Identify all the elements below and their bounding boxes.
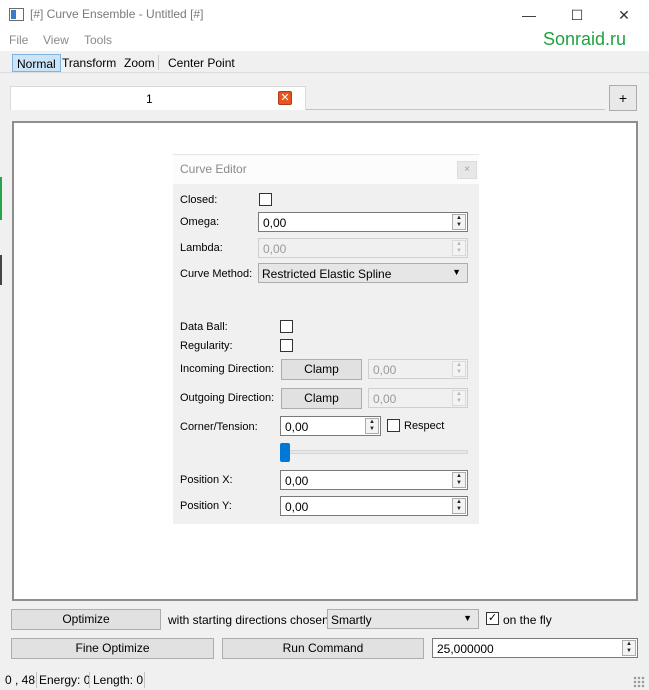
curve-method-label: Curve Method: — [180, 268, 253, 280]
curve-editor-close-icon[interactable]: × — [457, 161, 477, 179]
spin-arrows-icon[interactable]: ▲ ▼ — [452, 498, 466, 514]
fine-optimize-button[interactable]: Fine Optimize — [11, 638, 214, 659]
status-coords: 0 , 48 — [5, 673, 36, 687]
corner-tension-spinbox[interactable]: 0,00 ▲ ▼ — [280, 416, 381, 436]
tension-slider-track[interactable] — [282, 450, 468, 454]
menu-view[interactable]: View — [43, 33, 69, 47]
incoming-direction-spinbox: 0,00 ▲ ▼ — [368, 359, 468, 379]
data-ball-checkbox[interactable] — [280, 320, 293, 333]
position-x-label: Position X: — [180, 474, 233, 486]
on-the-fly-checkbox[interactable]: ✓ — [486, 612, 499, 625]
directions-value: Smartly — [331, 613, 372, 627]
chevron-down-icon: ▼ — [463, 613, 472, 623]
omega-label: Omega: — [180, 216, 220, 228]
optimize-button[interactable]: Optimize — [11, 609, 161, 630]
curve-editor-panel — [173, 154, 479, 524]
position-x-spinbox[interactable]: 0,00 ▲ ▼ — [280, 470, 468, 490]
edge-marker — [0, 177, 2, 220]
curve-editor-title: Curve Editor — [180, 162, 247, 176]
corner-tension-value: 0,00 — [285, 420, 309, 434]
resize-grip-icon[interactable] — [633, 676, 645, 688]
status-divider — [144, 672, 145, 688]
spin-arrows-icon: ▲ ▼ — [452, 361, 466, 377]
lambda-value: 0,00 — [263, 242, 287, 256]
minimize-button[interactable]: — — [506, 0, 552, 30]
curve-method-select[interactable]: Restricted Elastic Spline ▼ — [258, 263, 468, 283]
outgoing-direction-label: Outgoing Direction: — [180, 392, 275, 404]
position-y-spinbox[interactable]: 0,00 ▲ ▼ — [280, 496, 468, 516]
app-icon — [9, 8, 24, 21]
spin-arrows-icon[interactable]: ▲ ▼ — [452, 214, 466, 230]
spin-arrows-icon: ▲ ▼ — [452, 390, 466, 406]
lambda-spinbox: 0,00 ▲ ▼ — [258, 238, 468, 258]
tab-bar-line — [306, 109, 605, 110]
outgoing-direction-spinbox: 0,00 ▲ ▼ — [368, 388, 468, 408]
tab-label: 1 — [146, 92, 153, 106]
respect-label: Respect — [404, 420, 445, 432]
position-y-value: 0,00 — [285, 500, 309, 514]
status-divider — [36, 672, 37, 688]
add-tab-button[interactable]: + — [609, 85, 637, 111]
command-value: 25,000000 — [437, 642, 494, 656]
mode-normal-button[interactable]: Normal — [12, 54, 61, 72]
status-energy: Energy: 0 — [39, 673, 91, 687]
watermark-text: Sonraid.ru — [543, 29, 627, 49]
directions-select[interactable]: Smartly ▼ — [327, 609, 479, 629]
curve-method-value: Restricted Elastic Spline — [262, 267, 392, 281]
menu-file[interactable]: File — [9, 33, 28, 47]
omega-value: 0,00 — [263, 216, 287, 230]
on-the-fly-label: on the fly — [503, 613, 552, 627]
incoming-clamp-button[interactable]: Clamp — [281, 359, 362, 380]
edge-marker — [0, 255, 2, 285]
position-y-label: Position Y: — [180, 500, 232, 512]
command-value-spinbox[interactable]: 25,000000 ▲ ▼ — [432, 638, 638, 658]
maximize-button[interactable]: ☐ — [554, 0, 600, 30]
run-command-button[interactable]: Run Command — [222, 638, 424, 659]
toolbar-separator — [158, 55, 159, 70]
spin-arrows-icon[interactable]: ▲ ▼ — [365, 418, 379, 434]
data-ball-label: Data Ball: — [180, 321, 228, 333]
spin-arrows-icon[interactable]: ▲ ▼ — [622, 640, 636, 656]
closed-checkbox[interactable] — [259, 193, 272, 206]
outgoing-clamp-button[interactable]: Clamp — [281, 388, 362, 409]
spin-arrows-icon: ▲ ▼ — [452, 240, 466, 256]
mode-center-point-button[interactable]: Center Point — [164, 54, 239, 72]
closed-label: Closed: — [180, 194, 218, 206]
outgoing-direction-value: 0,00 — [373, 392, 397, 406]
starting-directions-text: with starting directions chosen — [168, 613, 329, 627]
status-length: Length: 0 — [93, 673, 144, 687]
mode-transform-button[interactable]: Transform — [58, 54, 120, 72]
respect-checkbox[interactable] — [387, 419, 400, 432]
tension-slider-handle[interactable] — [280, 443, 290, 462]
spin-arrows-icon[interactable]: ▲ ▼ — [452, 472, 466, 488]
lambda-label: Lambda: — [180, 242, 223, 254]
tab-1[interactable] — [10, 86, 306, 110]
regularity-label: Regularity: — [180, 340, 233, 352]
close-button[interactable]: ✕ — [601, 0, 647, 30]
window-title: [#] Curve Ensemble - Untitled [#] — [30, 7, 204, 21]
menu-tools[interactable]: Tools — [84, 33, 112, 47]
incoming-direction-label: Incoming Direction: — [180, 363, 275, 375]
mode-zoom-button[interactable]: Zoom — [120, 54, 159, 72]
corner-tension-label: Corner/Tension: — [180, 421, 258, 433]
regularity-checkbox[interactable] — [280, 339, 293, 352]
omega-spinbox[interactable]: 0,00 ▲ ▼ — [258, 212, 468, 232]
tab-close-icon[interactable]: ✕ — [278, 91, 292, 105]
position-x-value: 0,00 — [285, 474, 309, 488]
status-divider — [89, 672, 90, 688]
incoming-direction-value: 0,00 — [373, 363, 397, 377]
chevron-down-icon: ▼ — [452, 267, 461, 277]
